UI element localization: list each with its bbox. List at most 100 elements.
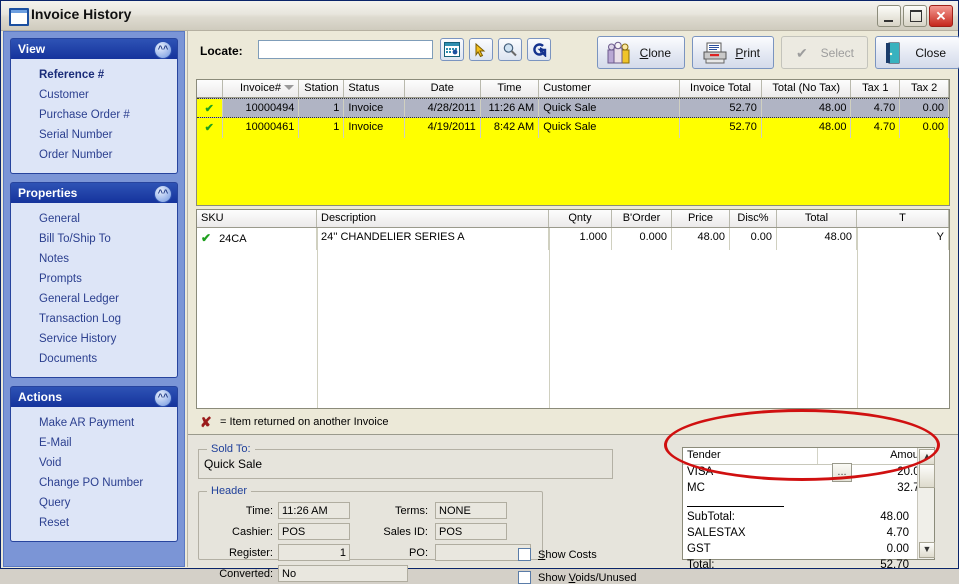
column-total[interactable]: Total	[777, 210, 857, 227]
sidebar-item-prompts[interactable]: Prompts	[11, 269, 177, 289]
table-row[interactable]: ✔ 10000461 1 Invoice 4/19/2011 8:42 AM Q…	[197, 118, 949, 138]
bottom-panel: Sold To: Quick Sale Header Time: Terms: …	[188, 434, 958, 584]
column-customer[interactable]: Customer	[539, 80, 681, 97]
close-window-button[interactable]: Close	[875, 36, 959, 69]
cursor-arrow-icon[interactable]	[469, 38, 493, 61]
sidebar-item-documents[interactable]: Documents	[11, 349, 177, 369]
sidebar-item-customer[interactable]: Customer	[11, 85, 177, 105]
sort-descending-icon	[284, 85, 295, 90]
tender-scrollbar[interactable]: ▲ ▼	[917, 448, 935, 559]
column-status[interactable]: Status	[344, 80, 405, 97]
search-input[interactable]	[258, 40, 433, 59]
converted-field[interactable]	[278, 565, 408, 582]
tender-panel[interactable]: Tender Amount VISA 20.00 MC 32.70 SubTot…	[682, 447, 935, 571]
calendar-icon[interactable]	[440, 38, 464, 61]
list-item[interactable]: VISA 20.00	[683, 465, 934, 481]
scroll-up-icon[interactable]: ▲	[919, 449, 935, 465]
sidebar-section-properties-header[interactable]: Properties ^^	[10, 182, 178, 203]
column-t[interactable]: T	[857, 210, 949, 227]
column-time[interactable]: Time	[481, 80, 540, 97]
table-row[interactable]: ✔ 24CA 24'' CHANDELIER SERIES A 1.000 0.0…	[197, 228, 949, 250]
column-tax-1[interactable]: Tax 1	[851, 80, 901, 97]
column-tax-2[interactable]: Tax 2	[900, 80, 949, 97]
sidebar-item-make-ar-payment[interactable]: Make AR Payment	[11, 413, 177, 433]
sidebar-item-order-number[interactable]: Order Number	[11, 145, 177, 165]
cashier-field[interactable]	[278, 523, 350, 540]
sidebar-item-change-po-number[interactable]: Change PO Number	[11, 473, 177, 493]
sidebar-item-general-ledger[interactable]: General Ledger	[11, 289, 177, 309]
clone-button-label: Clone	[639, 46, 671, 60]
scroll-down-icon[interactable]: ▼	[919, 542, 935, 558]
sidebar-item-bill-to-ship-to[interactable]: Bill To/Ship To	[11, 229, 177, 249]
cell-customer: Quick Sale	[539, 118, 681, 138]
column-sku[interactable]: SKU	[197, 210, 317, 227]
sold-to-browse-button[interactable]: ...	[832, 463, 852, 482]
column-qnty[interactable]: Qnty	[549, 210, 612, 227]
po-field[interactable]	[435, 544, 531, 561]
sidebar-item-purchase-order-number[interactable]: Purchase Order #	[11, 105, 177, 125]
item-grid-divider	[857, 228, 858, 408]
scrollbar-thumb[interactable]	[919, 464, 935, 488]
close-icon: ✕	[935, 8, 947, 24]
table-row[interactable]: ✔ 10000494 1 Invoice 4/28/2011 11:26 AM …	[197, 98, 949, 118]
column-invoice-number[interactable]: Invoice#	[223, 80, 300, 97]
maximize-icon	[910, 10, 922, 22]
time-field[interactable]	[278, 502, 350, 519]
chevron-up-icon[interactable]: ^^	[154, 185, 172, 203]
cell-customer: Quick Sale	[539, 99, 681, 117]
cell-date: 4/28/2011	[405, 99, 481, 117]
cell-total: 48.00	[777, 228, 857, 250]
list-item: GST 0.00	[683, 542, 917, 558]
item-grid[interactable]: SKU Description Qnty B'Order Price Disc%…	[196, 209, 950, 409]
register-field[interactable]	[278, 544, 350, 561]
clone-button[interactable]: Clone	[597, 36, 685, 69]
sidebar-section-actions-header[interactable]: Actions ^^	[10, 386, 178, 407]
column-total-no-tax[interactable]: Total (No Tax)	[762, 80, 852, 97]
sidebar-item-notes[interactable]: Notes	[11, 249, 177, 269]
refresh-arrow-icon[interactable]	[527, 38, 551, 61]
sidebar-item-transaction-log[interactable]: Transaction Log	[11, 309, 177, 329]
minimize-button[interactable]	[877, 5, 901, 27]
sidebar-section-properties: Properties ^^ General Bill To/Ship To No…	[10, 182, 178, 378]
chevron-up-icon[interactable]: ^^	[154, 389, 172, 407]
magnifier-icon[interactable]	[498, 38, 522, 61]
column-mark[interactable]	[197, 80, 223, 97]
tender-totals: SubTotal: 48.00 SALESTAX 4.70 GST 0.00 T…	[683, 510, 917, 574]
sidebar-section-view-header[interactable]: View ^^	[10, 38, 178, 59]
column-invoice-total[interactable]: Invoice Total	[680, 80, 762, 97]
select-button-label: Select	[820, 46, 854, 60]
sidebar-section-properties-title: Properties	[18, 186, 78, 200]
column-disc-percent[interactable]: Disc%	[730, 210, 777, 227]
sidebar-section-view-body: Reference # Customer Purchase Order # Se…	[10, 59, 178, 174]
sidebar-item-general[interactable]: General	[11, 209, 177, 229]
cell-date: 4/19/2011	[405, 118, 481, 138]
invoice-grid-header: Invoice# Station Status Date Time Custom…	[197, 80, 949, 98]
chevron-up-icon[interactable]: ^^	[154, 41, 172, 59]
show-costs-checkbox[interactable]	[518, 548, 531, 561]
column-date[interactable]: Date	[405, 80, 481, 97]
maximize-button[interactable]	[903, 5, 927, 27]
terms-field[interactable]	[435, 502, 507, 519]
print-button[interactable]: Print	[692, 36, 774, 69]
sidebar-item-service-history[interactable]: Service History	[11, 329, 177, 349]
column-price[interactable]: Price	[672, 210, 730, 227]
totals-divider	[687, 506, 784, 507]
close-button[interactable]: ✕	[929, 5, 953, 27]
tender-name: MC	[687, 482, 705, 494]
show-voids-checkbox[interactable]	[518, 571, 531, 584]
sidebar-item-query[interactable]: Query	[11, 493, 177, 513]
sidebar-item-void[interactable]: Void	[11, 453, 177, 473]
column-description[interactable]: Description	[317, 210, 549, 227]
sales-id-field[interactable]	[435, 523, 507, 540]
invoice-grid[interactable]: Invoice# Station Status Date Time Custom…	[196, 79, 950, 206]
sidebar-item-serial-number[interactable]: Serial Number	[11, 125, 177, 145]
list-item[interactable]: MC 32.70	[683, 481, 934, 497]
column-station[interactable]: Station	[299, 80, 345, 97]
sidebar-item-email[interactable]: E-Mail	[11, 433, 177, 453]
show-voids-label: Show Voids/Unused	[538, 572, 637, 584]
sidebar-item-reset[interactable]: Reset	[11, 513, 177, 533]
column-border[interactable]: B'Order	[612, 210, 672, 227]
cell-station: 1	[299, 118, 345, 138]
column-tender[interactable]: Tender	[683, 448, 818, 464]
sidebar-item-reference-number[interactable]: Reference #	[11, 65, 177, 85]
